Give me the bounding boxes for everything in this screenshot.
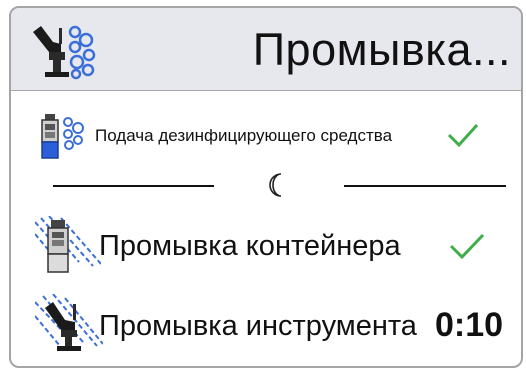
moon-icon	[269, 173, 282, 197]
checkmark-icon	[447, 123, 479, 148]
step-label: Промывка контейнера	[99, 230, 401, 262]
checkmark-icon	[449, 233, 485, 260]
step-label: Подача дезинфицирующего средства	[95, 126, 393, 145]
dental-chair-bubbles-icon	[33, 25, 96, 80]
page-title: Промывка...	[252, 24, 511, 75]
step-disinfectant-supply: Подача дезинфицирующего средства	[11, 112, 521, 162]
disinfectant-bottle-bubbles-icon	[41, 114, 84, 159]
container-rinse-icon	[35, 216, 101, 273]
instrument-rinse-icon	[35, 294, 103, 353]
divider-line-left	[53, 185, 214, 187]
countdown-timer: 0:10	[435, 306, 504, 344]
panel-header: Промывка...	[11, 8, 521, 91]
step-container-rinse: Промывка контейнера	[11, 216, 521, 276]
divider-line-right	[344, 185, 506, 187]
step-label: Промывка инструмента	[99, 310, 417, 342]
step-instrument-rinse: Промывка инструмента 0:10	[11, 294, 521, 358]
rinse-panel: Промывка... Подача дезинфицирующего сред…	[9, 6, 523, 368]
night-divider	[11, 170, 521, 200]
